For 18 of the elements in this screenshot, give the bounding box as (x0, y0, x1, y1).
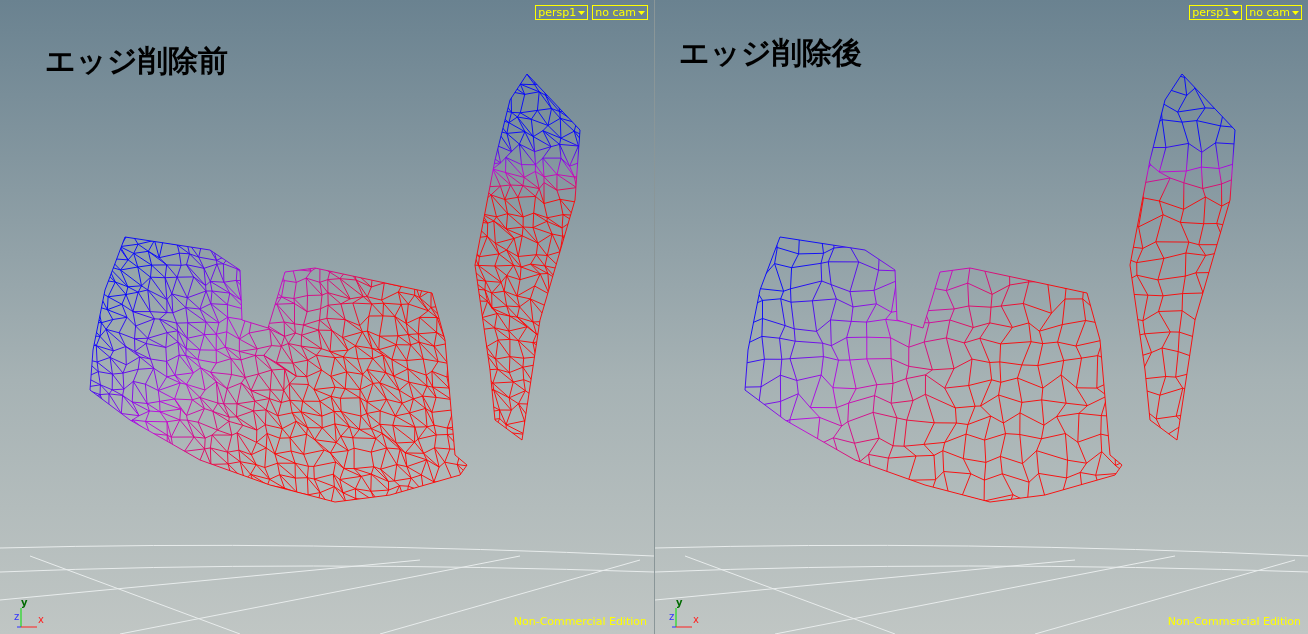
lens-menu[interactable]: no cam (592, 5, 648, 20)
viewport-title: エッジ削除前 (45, 42, 228, 80)
axis-label: z (14, 612, 20, 622)
axis-label: x (38, 615, 44, 625)
edition-label: Non-Commercial Edition (513, 615, 647, 628)
camera-menu[interactable]: persp1 (1189, 5, 1243, 20)
viewport-title: エッジ削除後 (679, 34, 862, 72)
caret-icon (1292, 10, 1299, 15)
axis-label: y (21, 598, 28, 608)
caret-icon (638, 10, 645, 15)
axis-label: x (693, 615, 699, 625)
caret-icon (578, 10, 586, 15)
camera-menu[interactable]: persp1 (535, 5, 589, 20)
axis-label: y (676, 598, 683, 608)
lens-menu[interactable]: no cam (1246, 5, 1302, 20)
caret-icon (1232, 10, 1240, 15)
axis-label: z (669, 612, 675, 622)
edition-label: Non-Commercial Edition (1167, 615, 1301, 628)
